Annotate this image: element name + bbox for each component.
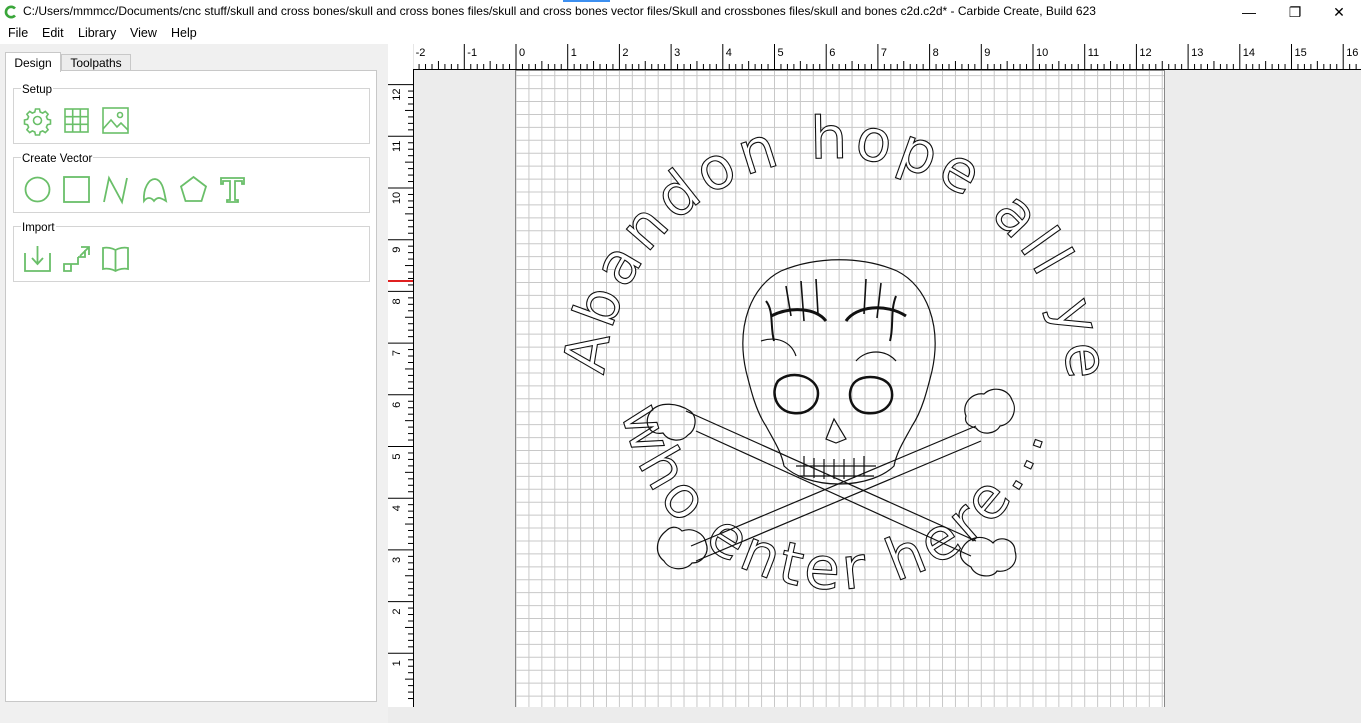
h-ruler-label: -2 <box>416 47 426 59</box>
design-canvas-area[interactable]: -2 -1 0 1 2 3 4 5 6 7 8 9 10 11 12 13 14 15 16 12 11 10 9 8 7 6 5… <box>388 44 1361 723</box>
v-ruler-label: 8 <box>391 298 403 304</box>
v-ruler-label: 12 <box>391 88 403 100</box>
create-vector-group-title: Create Vector <box>21 153 94 165</box>
h-ruler-label: 7 <box>881 47 887 59</box>
carbide-logo-icon <box>4 5 16 19</box>
design-tab-panel: Setup Create Vector Import <box>5 70 377 702</box>
h-ruler-label: 5 <box>778 47 784 59</box>
h-ruler-label: 13 <box>1191 47 1203 59</box>
v-ruler-label: 9 <box>391 247 403 253</box>
curve-icon[interactable] <box>139 174 170 205</box>
skull <box>742 259 936 485</box>
v-ruler-label: 4 <box>391 505 403 511</box>
h-ruler-label: 11 <box>1088 47 1099 59</box>
h-ruler-label: 8 <box>933 47 939 59</box>
canvas-bottom-bar <box>388 707 1361 723</box>
h-ruler-label: 2 <box>622 47 628 59</box>
v-ruler-label: 7 <box>391 350 403 356</box>
menu-bar: File Edit Library View Help <box>0 24 1361 44</box>
setup-group: Setup <box>13 84 370 144</box>
open-library-icon[interactable] <box>100 243 131 274</box>
import-group: Import <box>13 222 370 282</box>
image-icon[interactable] <box>100 105 131 136</box>
menu-help[interactable]: Help <box>171 26 197 40</box>
gear-icon[interactable] <box>22 105 53 136</box>
setup-group-title: Setup <box>21 84 54 96</box>
h-ruler-label: 3 <box>674 47 680 59</box>
v-ruler-label: 3 <box>391 557 403 563</box>
stock-material-area[interactable]: Abandon hope all ye who enter here... <box>515 70 1165 710</box>
curved-text-top[interactable]: Abandon hope all ye <box>549 103 1123 388</box>
minimize-button[interactable]: — <box>1226 0 1272 24</box>
polygon-icon[interactable] <box>178 174 209 205</box>
v-ruler-label: 11 <box>391 141 403 152</box>
h-ruler-label: 15 <box>1295 47 1307 59</box>
h-ruler-label: 6 <box>829 47 835 59</box>
polyline-icon[interactable] <box>100 174 131 205</box>
window-title: C:/Users/mmmcc/Documents/cnc stuff/skull… <box>23 4 1096 18</box>
v-ruler-label: 10 <box>391 192 403 204</box>
horizontal-ruler: -2 -1 0 1 2 3 4 5 6 7 8 9 10 11 12 13 14 15 16 <box>412 44 1361 70</box>
import-image-icon[interactable] <box>61 243 92 274</box>
maximize-button[interactable]: ❐ <box>1272 0 1318 24</box>
menu-library[interactable]: Library <box>78 26 116 40</box>
rectangle-icon[interactable] <box>61 174 92 205</box>
h-ruler-label: 14 <box>1243 47 1255 59</box>
import-svg-icon[interactable] <box>22 243 53 274</box>
h-ruler-label: -1 <box>467 47 477 59</box>
close-button[interactable]: ✕ <box>1316 0 1361 24</box>
tab-design[interactable]: Design <box>5 52 61 72</box>
h-ruler-label: 10 <box>1036 47 1048 59</box>
menu-edit[interactable]: Edit <box>42 26 64 40</box>
h-ruler-label: 12 <box>1139 47 1151 59</box>
v-ruler-label: 2 <box>391 609 403 615</box>
v-ruler-label: 1 <box>391 660 403 666</box>
grid-icon[interactable] <box>61 105 92 136</box>
create-vector-group: Create Vector <box>13 153 370 213</box>
text-icon[interactable] <box>217 174 248 205</box>
design-vectors[interactable]: Abandon hope all ye who enter here... <box>516 71 1164 709</box>
v-ruler-label: 5 <box>391 453 403 459</box>
title-bar: C:/Users/mmmcc/Documents/cnc stuff/skull… <box>0 0 1361 24</box>
title-accent-bar <box>563 0 610 2</box>
vertical-ruler: 12 11 10 9 8 7 6 5 4 3 2 1 <box>388 69 414 707</box>
menu-file[interactable]: File <box>8 26 28 40</box>
tab-toolpaths[interactable]: Toolpaths <box>61 54 131 71</box>
menu-view[interactable]: View <box>130 26 157 40</box>
h-ruler-label: 1 <box>571 47 577 59</box>
h-ruler-label: 9 <box>984 47 990 59</box>
h-ruler-label: 0 <box>519 47 525 59</box>
curved-text-bottom[interactable]: who enter here... <box>606 395 1059 604</box>
ruler-corner <box>388 44 413 69</box>
v-ruler-label: 6 <box>391 402 403 408</box>
circle-icon[interactable] <box>22 174 53 205</box>
h-ruler-label: 16 <box>1346 47 1358 59</box>
import-group-title: Import <box>21 222 56 234</box>
h-ruler-label: 4 <box>726 47 732 59</box>
left-panel: Design Toolpaths Setup Create Vector Imp… <box>0 44 388 723</box>
